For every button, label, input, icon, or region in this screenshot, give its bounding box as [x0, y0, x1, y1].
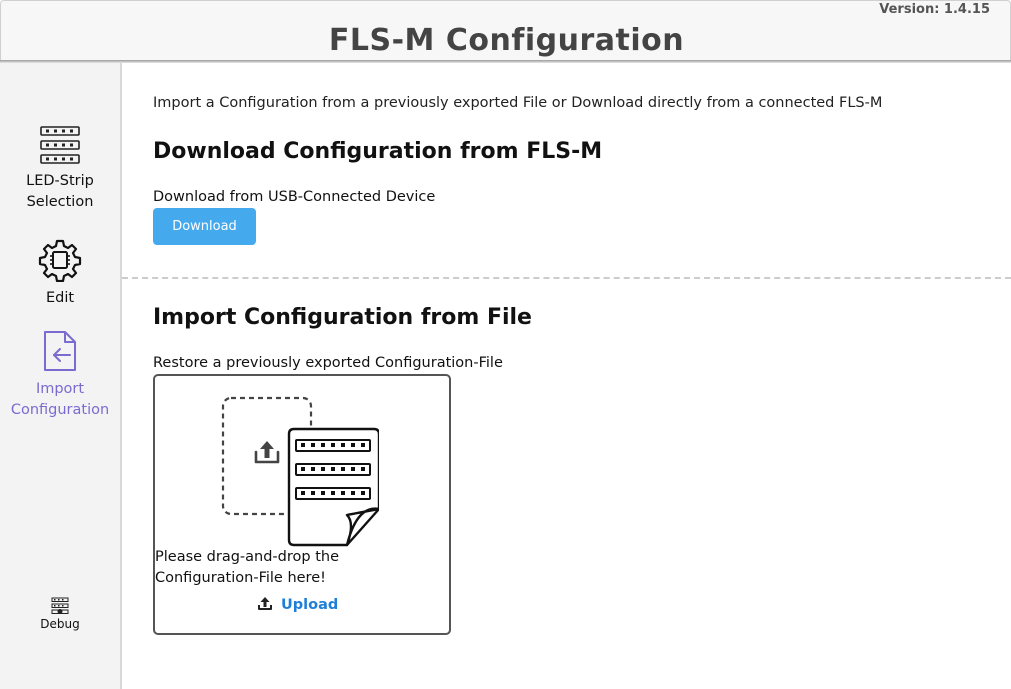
import-description: Restore a previously exported Configurat… [153, 355, 503, 371]
debug-button[interactable]: Debug [0, 597, 120, 631]
debug-icon [51, 597, 69, 614]
version-label: Version: 1.4.15 [879, 2, 990, 17]
sidebar-item-label: Edit [45, 290, 75, 306]
upload-icon [258, 597, 272, 610]
page-title: FLS-M Configuration [328, 23, 685, 58]
app-header: Version: 1.4.15 FLS-M Configuration [0, 0, 1011, 61]
sidebar-item-import-configuration[interactable]: Import Configuration [0, 329, 120, 421]
upload-label: Upload [281, 597, 339, 613]
sidebar: LED-Strip Selection Edit Import Configur… [0, 63, 122, 689]
download-section-title: Download Configuration from FLS-M [153, 139, 603, 164]
sidebar-item-led-strip-selection[interactable]: LED-Strip Selection [0, 125, 120, 213]
intro-text: Import a Configuration from a previously… [153, 95, 883, 111]
sidebar-item-label: Import Configuration [10, 381, 110, 418]
sidebar-item-label: LED-Strip Selection [26, 173, 94, 210]
file-upload-illustration-icon [221, 396, 379, 547]
upload-button[interactable]: Upload [257, 596, 338, 613]
import-section-title: Import Configuration from File [153, 305, 532, 330]
dropzone-instruction: Please drag-and-drop the Configuration-F… [155, 549, 339, 586]
debug-label: Debug [40, 617, 80, 631]
sidebar-item-edit[interactable]: Edit [0, 238, 120, 309]
file-dropzone[interactable]: Please drag-and-drop the Configuration-F… [153, 374, 451, 635]
main-content: Import a Configuration from a previously… [122, 63, 1011, 689]
file-import-icon [44, 331, 76, 371]
led-strip-icon [40, 126, 80, 164]
download-description: Download from USB-Connected Device [153, 189, 436, 205]
gear-chip-icon [38, 239, 82, 282]
download-button[interactable]: Download [153, 208, 256, 245]
section-divider [122, 277, 1011, 279]
